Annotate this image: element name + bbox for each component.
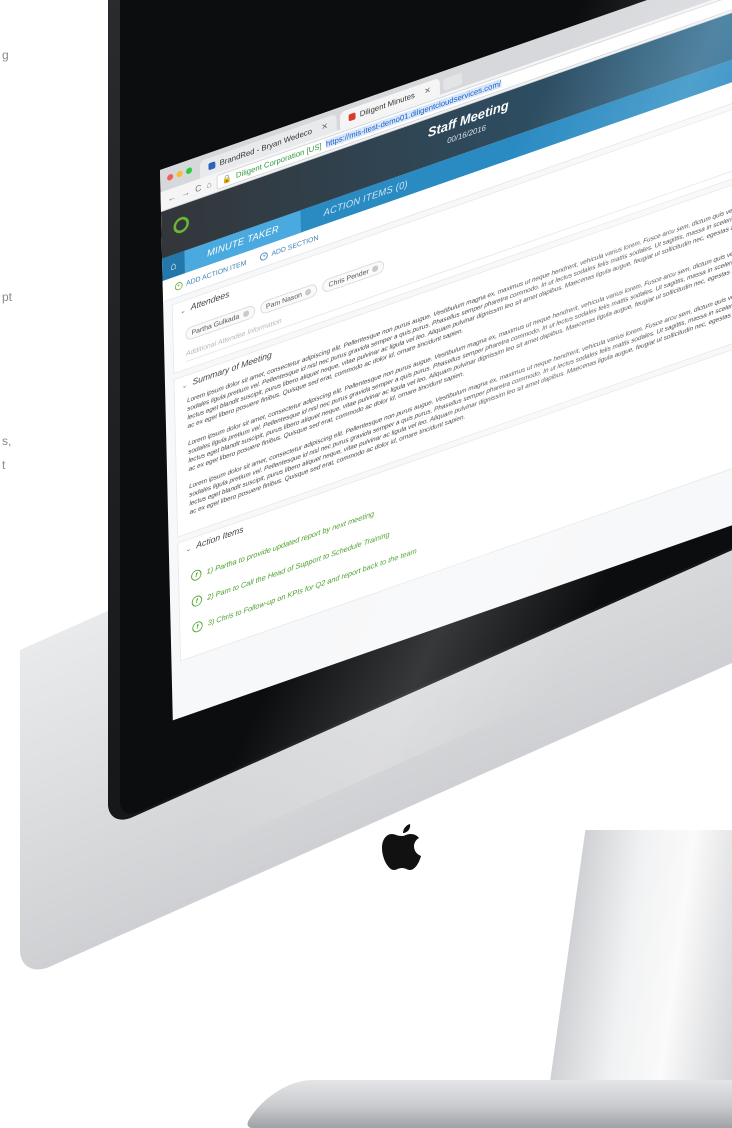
home-icon[interactable]: ⌂ — [206, 179, 211, 190]
tab-favicon-icon — [208, 161, 216, 171]
reload-icon[interactable]: C — [195, 183, 201, 195]
maximize-window-icon[interactable] — [185, 166, 193, 175]
chevron-down-icon[interactable]: ⌄ — [180, 305, 186, 315]
chevron-down-icon[interactable]: ⌄ — [185, 544, 191, 554]
stray-text-s: s, — [2, 434, 12, 448]
back-icon[interactable]: ← — [168, 192, 177, 204]
lock-icon: 🔒 — [221, 172, 232, 185]
tab-close-icon[interactable]: ✕ — [321, 121, 328, 133]
minimize-window-icon[interactable] — [176, 169, 183, 179]
add-icon: + — [260, 250, 269, 262]
attendee-name: Chris Pender — [328, 267, 369, 289]
action-flag-icon: f — [191, 594, 203, 608]
tab-close-icon[interactable]: ✕ — [424, 85, 431, 97]
window-controls[interactable] — [167, 166, 193, 182]
remove-icon[interactable] — [305, 288, 312, 297]
monitor-stand-base — [244, 1080, 732, 1128]
chevron-down-icon[interactable]: ⌄ — [181, 380, 187, 390]
remove-icon[interactable] — [242, 309, 249, 318]
stray-text-pt: pt — [2, 290, 13, 304]
add-icon: + — [174, 280, 183, 291]
attendee-name: Pam Nason — [265, 290, 303, 311]
action-flag-icon: f — [191, 568, 202, 583]
monitor-stand-neck — [544, 830, 732, 1120]
apple-logo-icon — [382, 824, 421, 870]
action-flag-icon: f — [192, 619, 203, 634]
stray-text-t: t — [2, 458, 6, 472]
forward-icon[interactable]: → — [181, 187, 190, 199]
tab-favicon-icon — [348, 112, 356, 122]
close-window-icon[interactable] — [167, 173, 174, 182]
diligent-logo-icon — [173, 214, 190, 236]
remove-icon[interactable] — [372, 264, 379, 273]
stray-text-g: g — [2, 48, 9, 62]
